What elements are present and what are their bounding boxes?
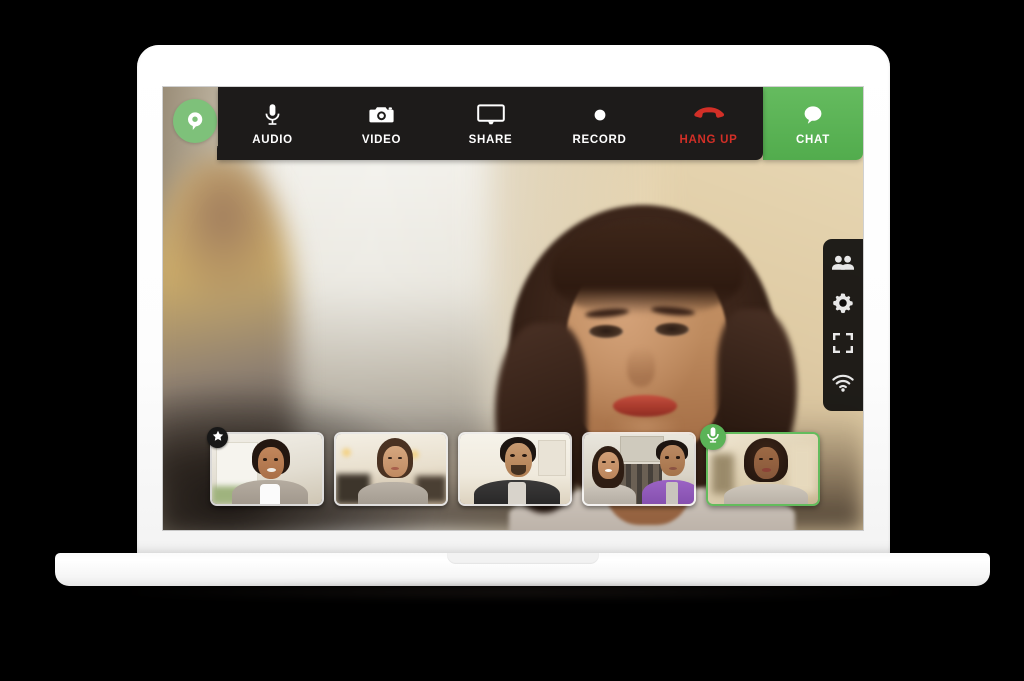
gear-icon [832, 292, 854, 319]
laptop-mockup: AUDIO VIDEO SHARE RECORD HANG UP CHAT [0, 0, 1024, 681]
fullscreen-button[interactable] [826, 328, 860, 362]
network-button[interactable] [826, 368, 860, 402]
star-icon [212, 429, 224, 447]
participants-button[interactable] [826, 248, 860, 282]
video-call-screen: AUDIO VIDEO SHARE RECORD HANG UP CHAT [163, 87, 863, 530]
laptop-base [55, 553, 990, 586]
record-button[interactable]: RECORD [545, 87, 654, 160]
camera-icon [368, 102, 395, 128]
participant-thumbnail[interactable] [207, 427, 324, 506]
audio-button[interactable]: AUDIO [218, 87, 327, 160]
record-button-label: RECORD [572, 133, 627, 146]
audio-button-label: AUDIO [252, 133, 293, 146]
hangup-button[interactable]: HANG UP [654, 87, 763, 160]
phone-hangup-icon [692, 102, 726, 128]
people-icon [831, 254, 855, 277]
chat-button[interactable]: CHAT [763, 87, 863, 160]
side-control-panel [823, 239, 863, 411]
participant-thumbnail-active[interactable] [700, 424, 820, 506]
pinned-badge [207, 427, 228, 448]
share-button-label: SHARE [468, 133, 513, 146]
share-button[interactable]: SHARE [436, 87, 545, 160]
microphone-icon [264, 102, 281, 128]
record-dot-icon [591, 102, 609, 128]
hangup-button-label: HANG UP [679, 133, 738, 146]
call-toolbar-actions: AUDIO VIDEO SHARE RECORD HANG UP [217, 87, 763, 160]
fullscreen-icon [832, 332, 854, 359]
app-logo-icon [173, 99, 217, 143]
settings-button[interactable] [826, 288, 860, 322]
laptop-shadow [110, 584, 920, 600]
participant-thumbnail-strip [207, 424, 820, 508]
active-speaker-badge [700, 424, 726, 450]
video-button-label: VIDEO [361, 133, 402, 146]
video-button[interactable]: VIDEO [327, 87, 436, 160]
laptop-base-notch [446, 553, 599, 564]
chat-bubble-icon [801, 102, 825, 128]
wifi-icon [831, 374, 855, 397]
participant-thumbnail[interactable] [458, 432, 572, 506]
participant-thumbnail[interactable] [334, 432, 448, 506]
microphone-icon [706, 426, 720, 449]
chat-button-label: CHAT [796, 133, 830, 146]
monitor-icon [476, 102, 505, 128]
call-toolbar: AUDIO VIDEO SHARE RECORD HANG UP CHAT [217, 87, 863, 160]
participant-thumbnail[interactable] [582, 432, 696, 506]
